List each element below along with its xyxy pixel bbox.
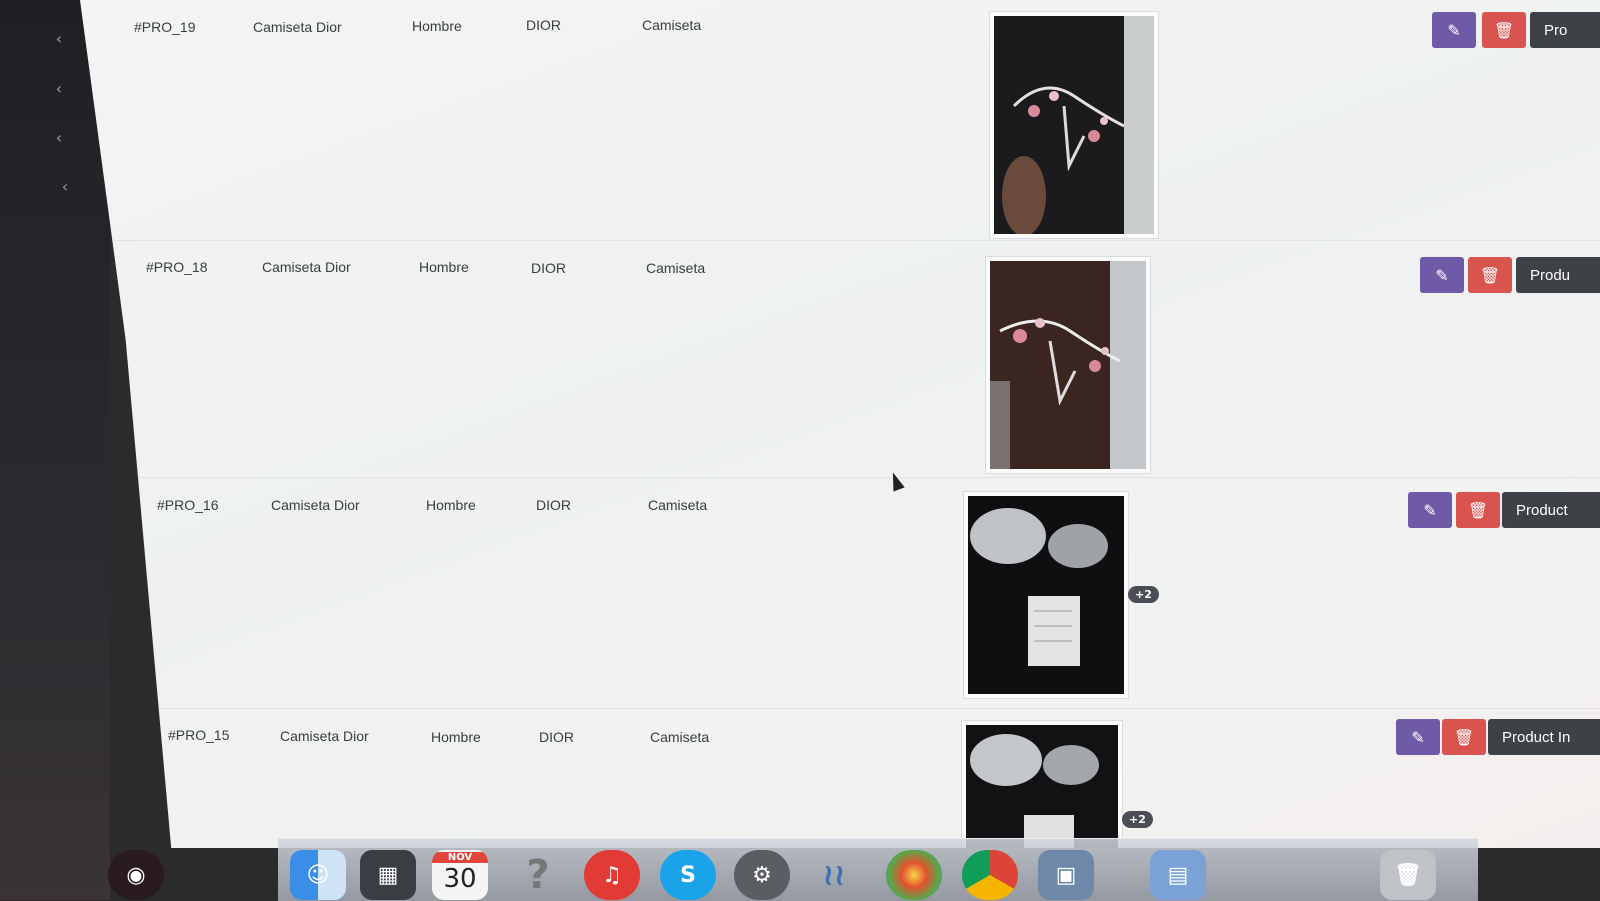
product-brand: DIOR: [536, 497, 571, 513]
product-image[interactable]: [986, 257, 1150, 473]
trash-icon: 🗑: [1493, 20, 1515, 40]
product-brand: DIOR: [539, 729, 574, 745]
products-table: #PRO_19 Camiseta Dior Hombre DIOR Camise…: [80, 0, 1600, 848]
product-gender: Hombre: [431, 729, 481, 745]
delete-button[interactable]: 🗑: [1456, 492, 1500, 528]
pencil-square-icon: ✎: [1447, 20, 1461, 40]
preview-icon[interactable]: ▣: [1038, 850, 1094, 900]
product-id: #PRO_15: [168, 727, 230, 743]
trash-icon: 🗑: [1453, 727, 1475, 747]
itunes-icon[interactable]: ♫: [584, 850, 640, 900]
product-name: Camiseta Dior: [271, 497, 360, 513]
product-name: Camiseta Dior: [280, 728, 369, 744]
product-images-button[interactable]: Produ: [1516, 257, 1600, 293]
launchpad-icon[interactable]: ≀≀: [806, 850, 862, 900]
help-icon[interactable]: ?: [510, 850, 566, 900]
product-gender: Hombre: [426, 497, 476, 513]
product-id: #PRO_16: [157, 497, 219, 513]
product-brand: DIOR: [526, 17, 561, 33]
product-brand: DIOR: [531, 260, 566, 276]
table-row: #PRO_16 Camiseta Dior Hombre DIOR Camise…: [80, 478, 1600, 709]
sidebar: ‹ ‹ ‹ ‹: [0, 0, 110, 900]
trash-icon[interactable]: 🗑: [1380, 850, 1436, 900]
chevron-left-icon[interactable]: ‹: [52, 81, 66, 97]
chevron-left-icon[interactable]: ‹: [52, 31, 66, 47]
product-image[interactable]: [964, 492, 1128, 698]
delete-button[interactable]: 🗑: [1468, 257, 1512, 293]
chrome-icon[interactable]: [962, 850, 1018, 900]
delete-button[interactable]: 🗑: [1482, 12, 1526, 48]
trash-icon: 🗑: [1467, 500, 1489, 520]
product-category: Camiseta: [646, 260, 706, 276]
pencil-square-icon: ✎: [1435, 265, 1449, 285]
chevron-left-icon[interactable]: ‹: [58, 179, 72, 195]
product-gender: Hombre: [412, 18, 462, 34]
edit-button[interactable]: ✎: [1420, 257, 1464, 293]
extra-images-badge: +2: [1122, 811, 1153, 828]
product-id: #PRO_18: [146, 259, 208, 275]
product-image[interactable]: [962, 721, 1122, 848]
skype-icon[interactable]: S: [660, 850, 716, 900]
system-preferences-icon[interactable]: ⚙: [734, 850, 790, 900]
table-row: #PRO_15 Camiseta Dior Hombre DIOR Camise…: [80, 709, 1600, 848]
product-images-button[interactable]: Product: [1502, 492, 1600, 528]
tshirt-image: [994, 16, 1154, 234]
delete-button[interactable]: 🗑: [1442, 719, 1486, 755]
calendar-icon[interactable]: NOV 30: [432, 850, 488, 900]
edit-button[interactable]: ✎: [1432, 12, 1476, 48]
edit-button[interactable]: ✎: [1408, 492, 1452, 528]
product-gender: Hombre: [419, 259, 469, 275]
edit-button[interactable]: ✎: [1396, 719, 1440, 755]
product-image[interactable]: [990, 12, 1158, 238]
pencil-square-icon: ✎: [1423, 500, 1437, 520]
calendar-month: NOV: [432, 852, 488, 863]
photos-icon[interactable]: [886, 850, 942, 900]
product-name: Camiseta Dior: [262, 259, 351, 275]
screen-recorder-icon[interactable]: ◉: [108, 850, 164, 900]
product-images-button[interactable]: Product In: [1488, 719, 1600, 755]
extra-images-badge: +2: [1128, 586, 1159, 603]
chevron-left-icon[interactable]: ‹: [52, 130, 66, 146]
finder-icon[interactable]: ☺: [290, 850, 346, 900]
table-row: #PRO_19 Camiseta Dior Hombre DIOR Camise…: [80, 0, 1600, 241]
product-images-button[interactable]: Pro: [1530, 12, 1600, 48]
product-category: Camiseta: [648, 497, 708, 513]
mission-control-icon[interactable]: ▦: [360, 850, 416, 900]
calendar-day: 30: [443, 864, 477, 894]
pencil-square-icon: ✎: [1411, 727, 1425, 747]
product-category: Camiseta: [642, 17, 702, 33]
product-category: Camiseta: [650, 729, 710, 745]
table-row: #PRO_18 Camiseta Dior Hombre DIOR Camise…: [80, 241, 1600, 478]
product-id: #PRO_19: [134, 19, 196, 35]
trash-icon: 🗑: [1479, 265, 1501, 285]
documents-folder-icon[interactable]: ▤: [1150, 850, 1206, 900]
tshirt-image: [968, 496, 1124, 694]
tshirt-image: [966, 725, 1118, 848]
tshirt-image: [990, 261, 1146, 469]
product-name: Camiseta Dior: [253, 19, 342, 35]
